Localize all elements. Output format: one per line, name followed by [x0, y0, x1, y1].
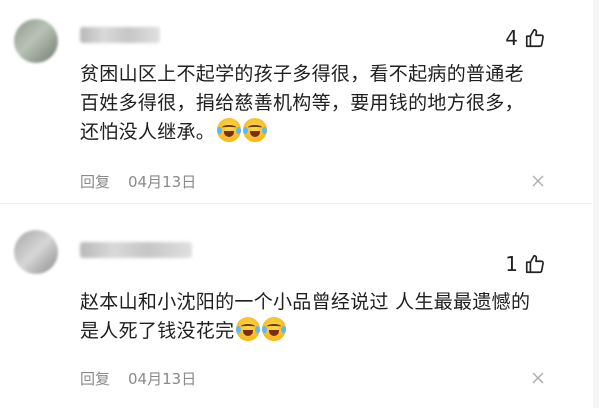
thumbs-up-icon	[525, 28, 544, 48]
close-icon[interactable]	[532, 175, 544, 187]
comment-line-last: 是人死了钱没花完	[80, 317, 560, 346]
comment-line: 贫困山区上不起学的孩子多得很，看不起病的普通老	[80, 63, 524, 85]
username-blurred[interactable]	[80, 27, 160, 43]
avatar[interactable]	[14, 19, 58, 63]
laugh-cry-emoji	[217, 118, 242, 142]
username-blurred[interactable]	[80, 242, 192, 258]
comment-text: 贫困山区上不起学的孩子多得很，看不起病的普通老 百姓多得很，捐给慈善机构等，要用…	[80, 60, 560, 147]
like-button[interactable]: 4	[505, 26, 546, 50]
divider	[0, 203, 600, 204]
laugh-cry-emoji	[236, 317, 261, 341]
comment-item: 4 贫困山区上不起学的孩子多得很，看不起病的普通老 百姓多得很，捐给慈善机构等，…	[0, 0, 600, 204]
reply-button[interactable]: 回复	[80, 368, 110, 389]
comment-date: 04月13日	[128, 173, 197, 191]
reply-button[interactable]: 回复	[80, 171, 110, 192]
thumbs-up-icon	[525, 254, 544, 274]
comment-meta: 回复 04月13日	[80, 368, 196, 389]
avatar[interactable]	[14, 230, 58, 274]
laugh-cry-emoji	[262, 317, 287, 341]
comment-text: 赵本山和小沈阳的一个小品曾经说过 人生最最遗憾的 是人死了钱没花完	[80, 288, 560, 346]
scrollbar-track[interactable]	[592, 0, 600, 408]
comment-line: 百姓多得很，捐给慈善机构等，要用钱的地方很多，	[80, 92, 524, 114]
close-icon[interactable]	[532, 372, 544, 384]
like-count: 4	[505, 26, 518, 50]
scrollbar-thumb[interactable]	[593, 0, 599, 408]
like-count: 1	[505, 252, 518, 276]
comment-date: 04月13日	[128, 370, 197, 388]
like-button[interactable]: 1	[505, 252, 546, 276]
comment-meta: 回复 04月13日	[80, 171, 196, 192]
comment-line-text: 是人死了钱没花完	[80, 320, 235, 342]
comment-line: 赵本山和小沈阳的一个小品曾经说过 人生最最遗憾的	[80, 291, 531, 313]
comment-item: 1 赵本山和小沈阳的一个小品曾经说过 人生最最遗憾的 是人死了钱没花完 回复 0…	[0, 222, 600, 408]
comment-line-text: 还怕没人继承。	[80, 121, 216, 143]
comment-line-last: 还怕没人继承。	[80, 118, 560, 147]
laugh-cry-emoji	[243, 118, 268, 142]
